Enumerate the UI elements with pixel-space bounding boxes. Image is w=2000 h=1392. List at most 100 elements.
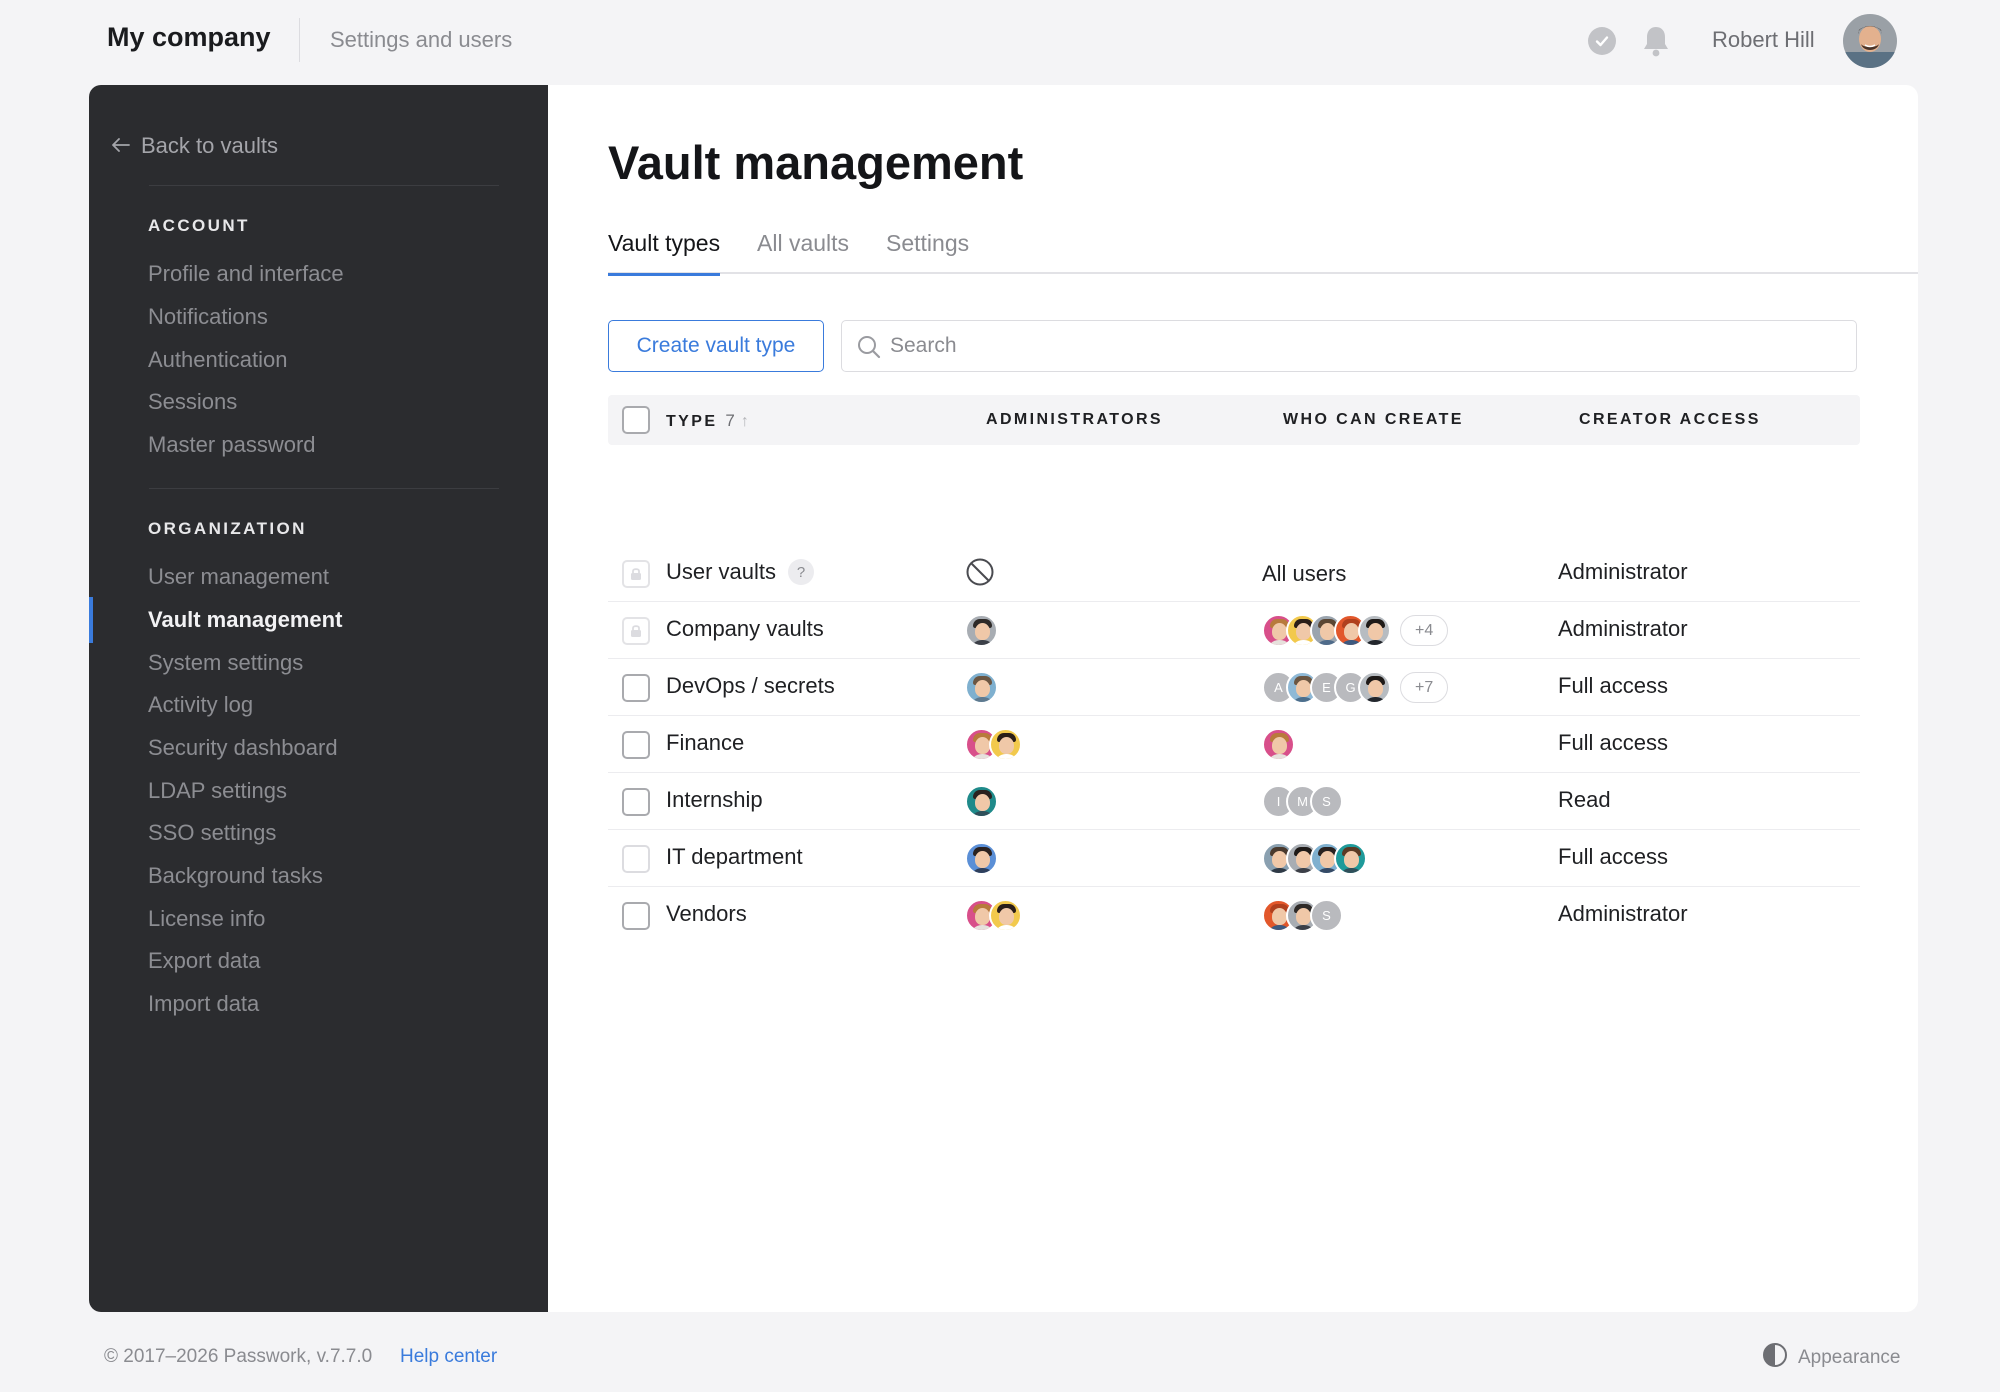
search-icon <box>856 334 882 360</box>
arrow-left-icon <box>111 133 131 159</box>
bell-icon[interactable] <box>1640 24 1672 58</box>
table-row[interactable]: Company vaults +4 Administrator <box>608 602 1860 659</box>
sidebar-item-master-password[interactable]: Master password <box>148 432 316 458</box>
avatar[interactable]: S <box>1310 899 1343 932</box>
avatar[interactable] <box>965 785 998 818</box>
avatar[interactable] <box>1334 842 1367 875</box>
creator-access-cell: Administrator <box>1558 616 1688 641</box>
column-creator-access-header: CREATOR ACCESS <box>1579 411 1761 428</box>
help-icon[interactable]: ? <box>788 559 815 585</box>
avatar[interactable] <box>965 842 998 875</box>
check-circle-icon[interactable] <box>1588 27 1616 55</box>
vault-type-name: IT department <box>666 844 803 869</box>
administrators-cell <box>965 899 1022 932</box>
sidebar: Back to vaults ACCOUNT Profile and inter… <box>89 85 548 1312</box>
vault-type-cell: Internship <box>666 787 763 813</box>
table-row[interactable]: Vendors S Administrator <box>608 887 1860 944</box>
back-to-vaults-link[interactable]: Back to vaults <box>111 133 278 159</box>
table-row[interactable]: IT department Full access <box>608 830 1860 887</box>
copyright: © 2017–2026 Passwork, v.7.7.0 <box>104 1346 373 1367</box>
row-checkbox[interactable] <box>622 845 650 873</box>
administrators-cell <box>965 728 1022 761</box>
type-count: 7 <box>725 411 735 430</box>
avatar[interactable] <box>989 728 1022 761</box>
sidebar-item-sessions[interactable]: Sessions <box>148 389 237 415</box>
tab-all-vaults[interactable]: All vaults <box>757 230 849 274</box>
avatar[interactable] <box>1843 14 1897 68</box>
creator-access-cell: Full access <box>1558 844 1669 869</box>
appearance-toggle[interactable]: Appearance <box>1762 1342 1900 1374</box>
page-title: Vault management <box>608 136 1024 189</box>
sidebar-item-license-info[interactable]: License info <box>148 906 265 932</box>
tab-bar: Vault types All vaults Settings <box>608 230 1918 276</box>
lock-icon <box>622 560 650 588</box>
column-who-can-create-header: WHO CAN CREATE <box>1283 411 1464 428</box>
sidebar-item-ldap-settings[interactable]: LDAP settings <box>148 778 287 804</box>
table-row[interactable]: DevOps / secrets A E G +7 Full access <box>608 659 1860 716</box>
sort-arrow-icon[interactable]: ↑ <box>741 413 749 430</box>
table-header: TYPE 7 ↑ ADMINISTRATORS WHO CAN CREATE CRE… <box>608 395 1860 445</box>
sidebar-item-background-tasks[interactable]: Background tasks <box>148 863 323 889</box>
vault-type-cell: Finance <box>666 730 744 756</box>
table-row[interactable]: Internship I M S Read <box>608 773 1860 830</box>
sidebar-item-system-settings[interactable]: System settings <box>148 650 303 676</box>
vault-type-cell: DevOps / secrets <box>666 673 835 699</box>
creator-access-cell: Read <box>1558 787 1611 812</box>
avatar[interactable]: S <box>1310 785 1343 818</box>
sidebar-item-import-data[interactable]: Import data <box>148 991 259 1017</box>
creators-cell: I M S <box>1262 785 1343 818</box>
sidebar-item-security-dashboard[interactable]: Security dashboard <box>148 735 338 761</box>
tab-vault-types[interactable]: Vault types <box>608 230 721 276</box>
main-card: Back to vaults ACCOUNT Profile and inter… <box>89 85 1918 1312</box>
help-center-link[interactable]: Help center <box>400 1346 497 1368</box>
user-name[interactable]: Robert Hill <box>1712 27 1815 53</box>
creator-access-cell: Full access <box>1558 730 1669 755</box>
avatar[interactable] <box>1358 614 1391 647</box>
creators-cell: All users <box>1262 559 1346 587</box>
more-users-badge[interactable]: +7 <box>1400 672 1449 703</box>
search-input[interactable] <box>890 329 1830 363</box>
sidebar-item-vault-management[interactable]: Vault management <box>148 607 342 633</box>
row-checkbox[interactable] <box>622 731 650 759</box>
row-checkbox[interactable] <box>622 902 650 930</box>
create-vault-type-button[interactable]: Create vault type <box>608 320 824 372</box>
table-row[interactable]: Finance Full access <box>608 716 1860 773</box>
sidebar-item-notifications[interactable]: Notifications <box>148 304 268 330</box>
sidebar-item-activity-log[interactable]: Activity log <box>148 692 253 718</box>
sidebar-item-export-data[interactable]: Export data <box>148 948 261 974</box>
top-bar: My company Settings and users Robert Hil… <box>0 0 2000 84</box>
column-type-header[interactable]: TYPE 7 ↑ <box>666 411 749 431</box>
sidebar-item-profile[interactable]: Profile and interface <box>148 261 344 287</box>
vault-type-cell: Vendors <box>666 901 747 927</box>
tab-settings[interactable]: Settings <box>886 230 969 274</box>
creators-cell <box>1262 842 1367 875</box>
more-users-badge[interactable]: +4 <box>1400 615 1449 646</box>
account-heading: ACCOUNT <box>148 216 250 235</box>
select-all-checkbox[interactable] <box>622 406 650 434</box>
appearance-label: Appearance <box>1798 1347 1901 1368</box>
contrast-icon <box>1762 1342 1788 1374</box>
avatar[interactable] <box>965 614 998 647</box>
avatar[interactable] <box>1262 728 1295 761</box>
administrators-cell <box>965 671 998 704</box>
breadcrumb: Settings and users <box>330 27 513 52</box>
administrators-cell <box>965 557 995 592</box>
avatar[interactable] <box>965 671 998 704</box>
table-row[interactable]: User vaults ? All users Administrator <box>608 545 1860 602</box>
column-administrators-header: ADMINISTRATORS <box>986 411 1164 428</box>
lock-icon <box>622 617 650 645</box>
sidebar-item-user-management[interactable]: User management <box>148 564 329 590</box>
type-header-label: TYPE <box>666 413 718 430</box>
sidebar-item-authentication[interactable]: Authentication <box>148 347 287 373</box>
row-checkbox[interactable] <box>622 674 650 702</box>
avatar[interactable] <box>989 899 1022 932</box>
vault-type-name: Company vaults <box>666 616 824 641</box>
row-checkbox[interactable] <box>622 788 650 816</box>
active-indicator <box>89 597 93 643</box>
sidebar-divider <box>149 488 499 489</box>
brand-name[interactable]: My company <box>107 22 271 53</box>
sidebar-item-sso-settings[interactable]: SSO settings <box>148 820 276 846</box>
vault-type-cell: Company vaults <box>666 616 824 642</box>
creator-access-cell: Administrator <box>1558 901 1688 926</box>
avatar[interactable] <box>1358 671 1391 704</box>
